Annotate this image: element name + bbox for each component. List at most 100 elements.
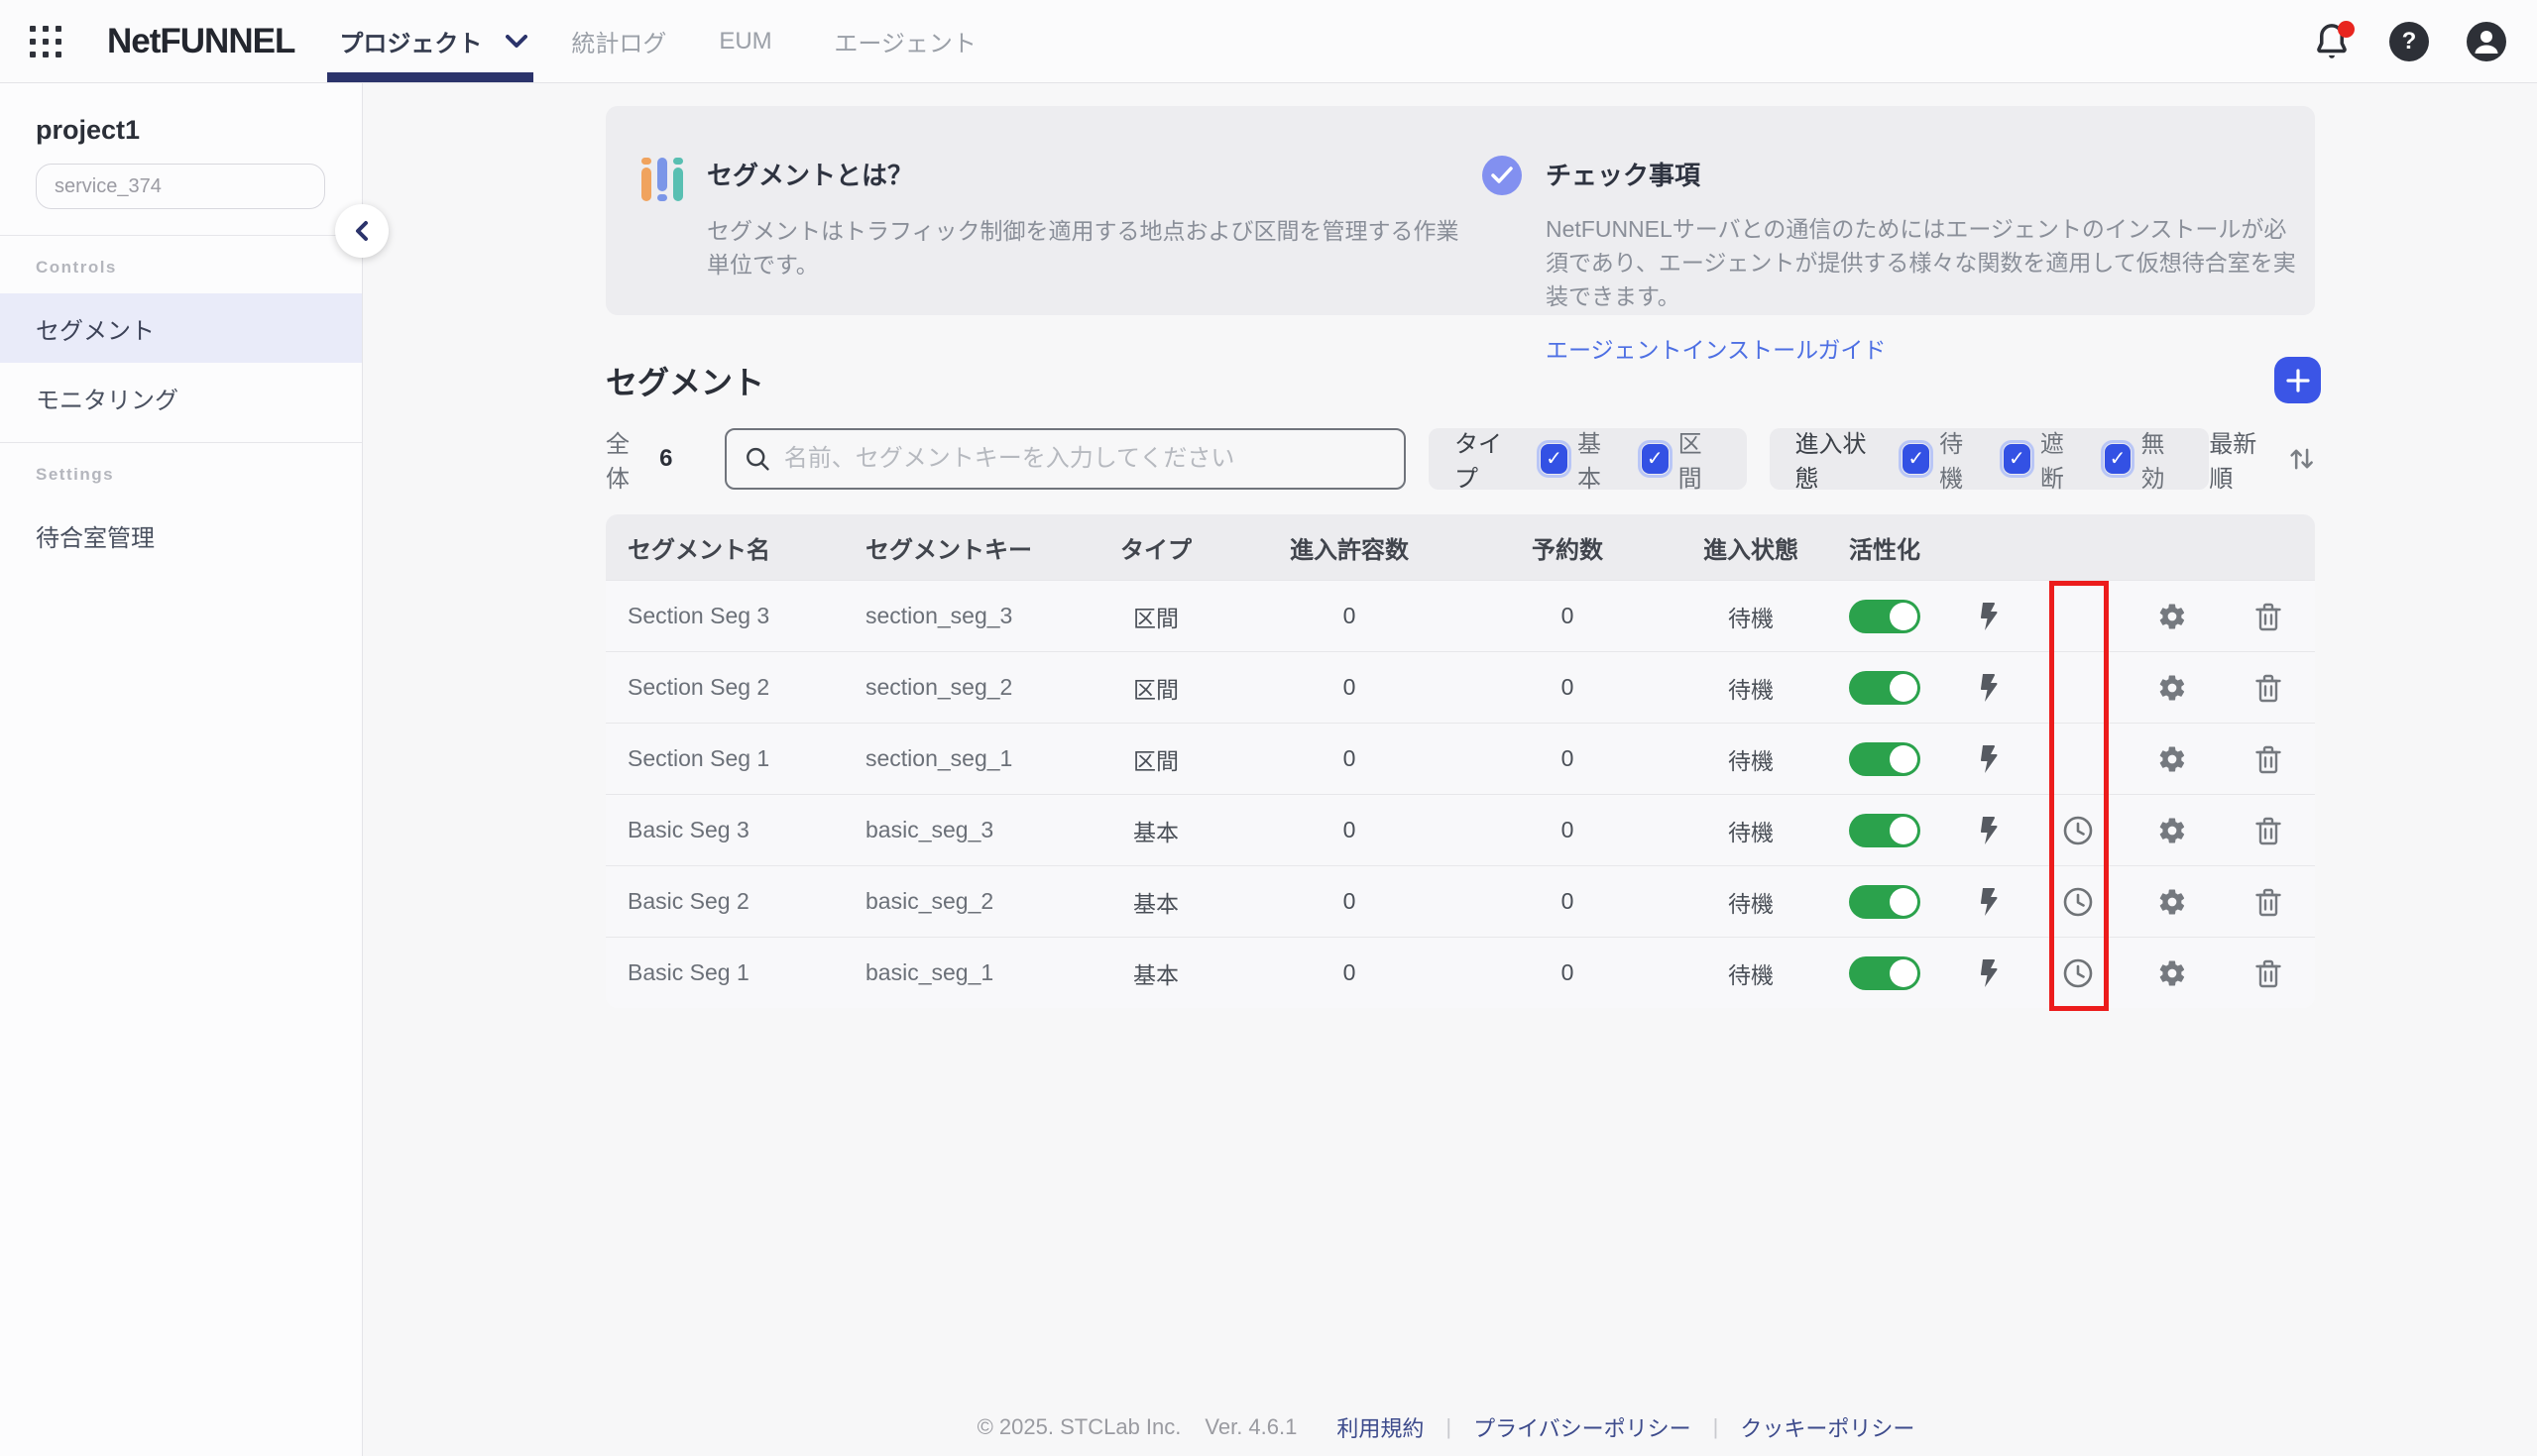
footer-link-terms[interactable]: 利用規約: [1336, 1411, 1424, 1443]
segment-type-cell: 区間: [1072, 742, 1240, 776]
tab-agent-label: エージェント: [834, 24, 977, 58]
col-header-active: 活性化: [1825, 530, 1944, 565]
lightning-icon[interactable]: [1978, 602, 2000, 631]
sidebar-item-waiting-room[interactable]: 待合室管理: [0, 501, 362, 570]
active-toggle[interactable]: [1849, 885, 1920, 919]
sidebar-divider: [0, 235, 362, 236]
filter-disabled-label: 無効: [2140, 424, 2183, 494]
checkbox-checked-icon[interactable]: ✓: [1903, 444, 1929, 474]
filter-checkbox-disabled[interactable]: ✓ 無効: [2105, 424, 2184, 494]
help-glyph: ?: [2389, 22, 2429, 61]
trash-icon[interactable]: [2254, 673, 2282, 703]
tab-eum[interactable]: EUM: [719, 0, 771, 82]
add-segment-button[interactable]: [2274, 357, 2321, 403]
filter-checkbox-section[interactable]: ✓ 区間: [1642, 424, 1721, 494]
apps-grid-glyph: [29, 25, 62, 58]
lightning-icon[interactable]: [1978, 816, 2000, 845]
lightning-icon[interactable]: [1978, 744, 2000, 774]
footer-copyright: © 2025. STCLab Inc.: [978, 1414, 1182, 1440]
filter-checkbox-blocked[interactable]: ✓ 遮断: [2004, 424, 2083, 494]
gear-icon[interactable]: [2157, 673, 2187, 703]
active-toggle[interactable]: [1849, 671, 1920, 705]
tab-statistics-log[interactable]: 統計ログ: [571, 0, 666, 82]
clock-icon[interactable]: [2062, 815, 2094, 846]
checkbox-checked-icon[interactable]: ✓: [1541, 444, 1567, 474]
col-header-reserved: 予約数: [1458, 530, 1676, 565]
trash-icon[interactable]: [2254, 816, 2282, 845]
allowed-count-cell: 0: [1240, 959, 1458, 986]
total-count: 6: [659, 445, 672, 473]
clock-icon[interactable]: [2062, 957, 2094, 989]
checkbox-checked-icon[interactable]: ✓: [1642, 444, 1669, 474]
help-icon[interactable]: ?: [2388, 21, 2430, 62]
gear-icon[interactable]: [2157, 887, 2187, 917]
sort-label: 最新順: [2209, 424, 2273, 494]
active-toggle[interactable]: [1849, 742, 1920, 776]
segment-name-cell: Basic Seg 1: [606, 959, 844, 986]
clock-icon[interactable]: [2062, 886, 2094, 918]
table-row[interactable]: Basic Seg 2 basic_seg_2 基本 0 0 待機: [606, 865, 2315, 937]
sidebar-item-monitoring[interactable]: モニタリング: [0, 363, 362, 432]
table-row[interactable]: Section Seg 3 section_seg_3 区間 0 0 待機: [606, 580, 2315, 651]
trash-icon[interactable]: [2254, 602, 2282, 631]
segment-key-cell: basic_seg_1: [844, 959, 1072, 986]
active-tab-underline: [327, 72, 533, 82]
segment-search-box[interactable]: [725, 428, 1406, 490]
entry-status-cell: 待機: [1676, 885, 1825, 919]
filter-checkbox-waiting[interactable]: ✓ 待機: [1903, 424, 1982, 494]
reserved-count-cell: 0: [1458, 888, 1676, 915]
banner-right-title: チェック事項: [1546, 156, 2304, 192]
filter-checkbox-basic[interactable]: ✓ 基本: [1541, 424, 1620, 494]
lightning-icon[interactable]: [1978, 958, 2000, 988]
filter-basic-label: 基本: [1577, 424, 1620, 494]
footer-link-cookie[interactable]: クッキーポリシー: [1740, 1411, 1914, 1443]
account-icon[interactable]: [2466, 21, 2507, 62]
active-toggle[interactable]: [1849, 814, 1920, 847]
tab-agent[interactable]: エージェント: [834, 0, 977, 82]
checkbox-checked-icon[interactable]: ✓: [2004, 444, 2030, 474]
footer-version: Ver. 4.6.1: [1205, 1414, 1297, 1440]
reserved-count-cell: 0: [1458, 674, 1676, 701]
gear-icon[interactable]: [2157, 744, 2187, 774]
service-select[interactable]: service_374: [36, 164, 325, 209]
tab-project[interactable]: プロジェクト: [324, 0, 530, 82]
table-row[interactable]: Section Seg 1 section_seg_1 区間 0 0 待機: [606, 723, 2315, 794]
active-toggle[interactable]: [1849, 956, 1920, 990]
banner-right-desc: NetFUNNELサーバとの通信のためにはエージェントのインストールが必須であり…: [1546, 212, 2304, 313]
gear-icon[interactable]: [2157, 602, 2187, 631]
sort-control[interactable]: 最新順: [2209, 424, 2315, 494]
allowed-count-cell: 0: [1240, 674, 1458, 701]
chevron-down-icon: [506, 35, 527, 49]
page-title: セグメント: [606, 358, 764, 403]
trash-icon[interactable]: [2254, 887, 2282, 917]
segment-type-cell: 基本: [1072, 885, 1240, 919]
table-row[interactable]: Section Seg 2 section_seg_2 区間 0 0 待機: [606, 651, 2315, 723]
sidebar-item-segment[interactable]: セグメント: [0, 293, 362, 363]
lightning-icon[interactable]: [1978, 887, 2000, 917]
table-row[interactable]: Basic Seg 1 basic_seg_1 基本 0 0 待機: [606, 937, 2315, 1008]
gear-icon[interactable]: [2157, 958, 2187, 988]
toggle-knob: [1890, 817, 1917, 844]
trash-icon[interactable]: [2254, 744, 2282, 774]
active-toggle[interactable]: [1849, 600, 1920, 633]
search-input[interactable]: [784, 445, 1386, 473]
sidebar-item-waiting-room-label: 待合室管理: [36, 518, 155, 553]
type-filter-group: タイプ ✓ 基本 ✓ 区間: [1429, 428, 1747, 490]
filter-section-label: 区間: [1678, 424, 1721, 494]
trash-icon[interactable]: [2254, 958, 2282, 988]
notification-bell-icon[interactable]: [2311, 21, 2353, 62]
checkbox-checked-icon[interactable]: ✓: [2105, 444, 2132, 474]
table-header-row: セグメント名 セグメントキー タイプ 進入許容数 予約数 進入状態 活性化: [606, 514, 2315, 580]
gear-icon[interactable]: [2157, 816, 2187, 845]
segment-type-cell: 区間: [1072, 671, 1240, 705]
col-header-allowed: 進入許容数: [1240, 530, 1458, 565]
tab-eum-label: EUM: [719, 28, 771, 56]
lightning-icon[interactable]: [1978, 673, 2000, 703]
footer-link-privacy[interactable]: プライバシーポリシー: [1473, 1411, 1691, 1443]
allowed-count-cell: 0: [1240, 745, 1458, 772]
table-row[interactable]: Basic Seg 3 basic_seg_3 基本 0 0 待機: [606, 794, 2315, 865]
account-glyph: [2467, 22, 2506, 61]
apps-grid-icon[interactable]: [26, 22, 65, 61]
segment-key-cell: section_seg_1: [844, 745, 1072, 772]
sidebar-collapse-button[interactable]: [335, 204, 389, 258]
